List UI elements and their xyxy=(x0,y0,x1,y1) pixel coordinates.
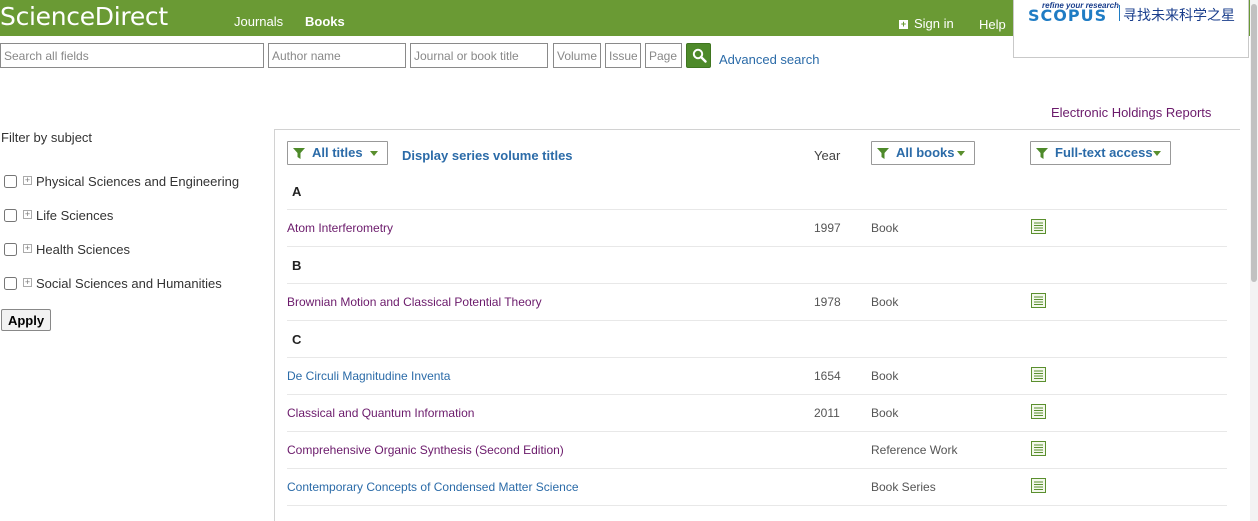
row-divider xyxy=(287,394,1227,395)
full-text-access-label: Full-text access xyxy=(1055,145,1153,160)
subject-checkbox[interactable] xyxy=(4,209,17,222)
title-link[interactable]: Brownian Motion and Classical Potential … xyxy=(287,295,542,309)
chevron-down-icon xyxy=(1153,151,1161,156)
nav-journals[interactable]: Journals xyxy=(234,14,283,29)
nav-books[interactable]: Books xyxy=(305,14,345,29)
author-name-input[interactable] xyxy=(268,43,406,68)
row-divider xyxy=(287,320,1227,321)
expand-icon[interactable]: + xyxy=(23,176,32,185)
all-titles-label: All titles xyxy=(312,145,363,160)
scopus-banner[interactable]: refine your research SCOPUS 寻找未来科学之星 xyxy=(1013,0,1249,58)
year-cell: 1654 xyxy=(814,369,841,383)
row-divider xyxy=(287,505,1227,506)
help-link[interactable]: Help xyxy=(979,17,1006,32)
plus-icon: + xyxy=(899,19,908,29)
type-cell: Book xyxy=(871,406,899,420)
funnel-icon xyxy=(877,148,889,159)
title-link[interactable]: Comprehensive Organic Synthesis (Second … xyxy=(287,443,564,457)
search-all-fields-input[interactable] xyxy=(0,43,264,68)
subject-label: Life Sciences xyxy=(36,208,114,223)
full-text-icon[interactable] xyxy=(1031,478,1046,493)
search-button[interactable] xyxy=(686,43,711,68)
expand-icon[interactable]: + xyxy=(23,210,32,219)
volume-input[interactable] xyxy=(553,43,601,68)
sign-in-link[interactable]: + Sign in xyxy=(899,16,954,31)
row-divider xyxy=(287,431,1227,432)
type-cell: Book xyxy=(871,369,899,383)
year-cell: 1997 xyxy=(814,221,841,235)
row-divider xyxy=(287,283,1227,284)
full-text-icon[interactable] xyxy=(1031,404,1046,419)
full-text-icon[interactable] xyxy=(1031,441,1046,456)
scopus-divider xyxy=(1119,5,1120,21)
title-link[interactable]: De Circuli Magnitudine Inventa xyxy=(287,369,450,383)
scrollbar-thumb[interactable] xyxy=(1251,4,1257,282)
type-cell: Book xyxy=(871,221,899,235)
subject-checkbox[interactable] xyxy=(4,277,17,290)
title-link[interactable]: Atom Interferometry xyxy=(287,221,393,235)
scopus-slogan: 寻找未来科学之星 xyxy=(1123,8,1235,24)
subject-checkbox[interactable] xyxy=(4,243,17,256)
type-cell: Book xyxy=(871,295,899,309)
funnel-icon xyxy=(293,148,305,159)
display-series-volume-titles-link[interactable]: Display series volume titles xyxy=(402,148,573,163)
chevron-down-icon xyxy=(957,151,965,156)
filter-title: Filter by subject xyxy=(1,130,93,145)
year-cell: 1978 xyxy=(814,295,841,309)
advanced-search-link[interactable]: Advanced search xyxy=(719,52,819,67)
full-text-icon[interactable] xyxy=(1031,219,1046,234)
subject-label: Health Sciences xyxy=(36,242,130,257)
row-divider xyxy=(287,468,1227,469)
row-divider xyxy=(287,209,1227,210)
row-divider xyxy=(287,357,1227,358)
subject-label: Social Sciences and Humanities xyxy=(36,276,222,291)
full-text-icon[interactable] xyxy=(1031,293,1046,308)
letter-heading-c: C xyxy=(292,332,302,347)
expand-icon[interactable]: + xyxy=(23,278,32,287)
chevron-down-icon xyxy=(370,151,378,156)
full-text-icon[interactable] xyxy=(1031,367,1046,382)
titles-panel xyxy=(274,129,1240,521)
subject-checkbox[interactable] xyxy=(4,175,17,188)
title-link[interactable]: Classical and Quantum Information xyxy=(287,406,474,420)
page-input[interactable] xyxy=(645,43,682,68)
row-divider xyxy=(287,246,1227,247)
title-link[interactable]: Contemporary Concepts of Condensed Matte… xyxy=(287,480,579,494)
sign-in-label: Sign in xyxy=(914,16,954,31)
year-cell: 2011 xyxy=(814,406,840,420)
all-titles-filter[interactable]: All titles xyxy=(287,141,388,165)
journal-title-input[interactable] xyxy=(410,43,548,68)
letter-heading-b: B xyxy=(292,258,302,273)
electronic-holdings-reports-link[interactable]: Electronic Holdings Reports xyxy=(1051,105,1211,120)
letter-heading-a: A xyxy=(292,184,302,199)
all-books-filter[interactable]: All books xyxy=(871,141,975,165)
search-icon xyxy=(692,48,707,63)
sciencedirect-logo[interactable]: ScienceDirect xyxy=(0,2,168,31)
type-cell: Reference Work xyxy=(871,443,958,457)
year-column-header: Year xyxy=(814,148,841,163)
funnel-icon xyxy=(1036,148,1048,159)
all-books-label: All books xyxy=(896,145,955,160)
scopus-logo: SCOPUS xyxy=(1028,6,1108,25)
subject-label: Physical Sciences and Engineering xyxy=(36,174,240,189)
full-text-access-filter[interactable]: Full-text access xyxy=(1030,141,1171,165)
type-cell: Book Series xyxy=(871,480,936,494)
expand-icon[interactable]: + xyxy=(23,244,32,253)
issue-input[interactable] xyxy=(605,43,641,68)
apply-button[interactable]: Apply xyxy=(1,309,51,331)
